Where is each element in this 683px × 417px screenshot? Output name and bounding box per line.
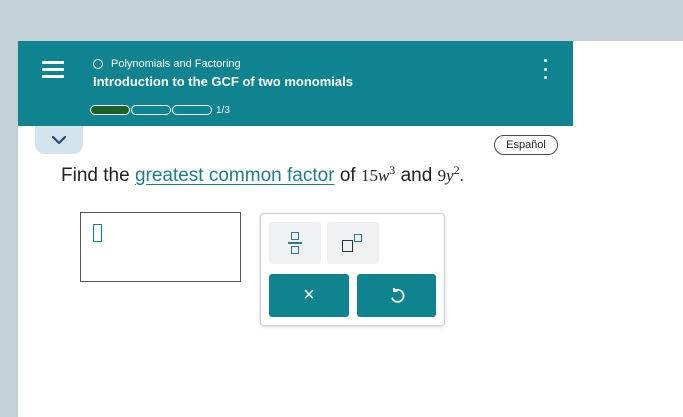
- topic-header: Polynomials and Factoring Introduction t…: [18, 41, 573, 126]
- superscript-icon: [342, 234, 364, 252]
- input-cursor-box: [93, 224, 102, 242]
- hamburger-menu-icon[interactable]: [42, 61, 64, 81]
- collapse-header-button[interactable]: [35, 126, 83, 154]
- progress-segment-2: [131, 105, 171, 115]
- fraction-button[interactable]: [269, 222, 321, 264]
- math-keypad: ×: [260, 213, 445, 326]
- monomial-2: 9y2.: [437, 163, 464, 185]
- progress-label: 1/3: [216, 104, 230, 116]
- clear-button[interactable]: ×: [269, 274, 349, 317]
- vertical-dots-icon[interactable]: [542, 59, 548, 79]
- undo-button[interactable]: [357, 274, 436, 317]
- progress-segment-1: [90, 105, 130, 115]
- progress-bar: [90, 105, 212, 115]
- page-title: Introduction to the GCF of two monomials: [93, 74, 353, 89]
- topic-line: Polynomials and Factoring: [93, 57, 241, 71]
- answer-input[interactable]: [80, 212, 241, 282]
- fraction-icon: [288, 232, 302, 254]
- monomial-1: 15w3: [360, 163, 396, 185]
- question-and: and: [400, 165, 433, 186]
- question-text: Find the greatest common factor of 15w3 …: [61, 163, 464, 187]
- topic-name: Polynomials and Factoring: [111, 58, 241, 70]
- progress-segment-3: [172, 105, 212, 115]
- question-middle: of: [339, 165, 356, 186]
- progress-indicator: 1/3: [90, 104, 230, 116]
- circle-icon: [93, 59, 103, 69]
- undo-icon: [390, 287, 404, 303]
- gcf-definition-link[interactable]: greatest common factor: [135, 165, 335, 186]
- language-toggle-button[interactable]: Español: [494, 135, 558, 155]
- chevron-down-icon: [52, 135, 66, 144]
- superscript-button[interactable]: [327, 222, 379, 264]
- question-prefix: Find the: [61, 165, 130, 186]
